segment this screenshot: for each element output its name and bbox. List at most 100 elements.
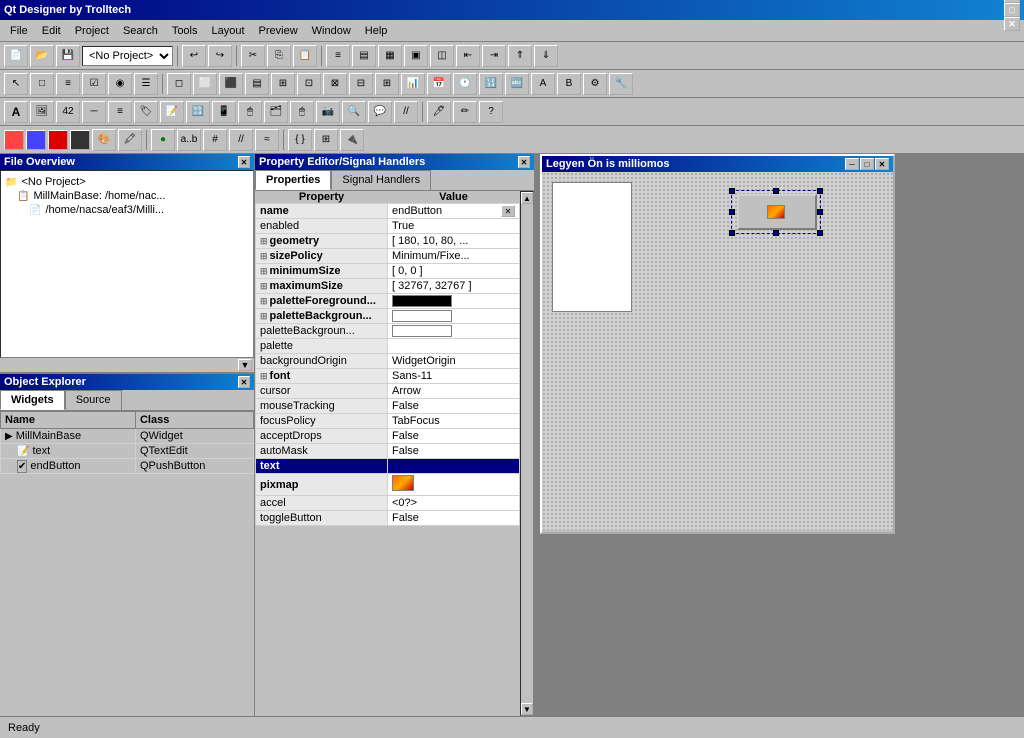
tool-20[interactable]: 🔤	[505, 73, 529, 95]
font-tool[interactable]: A	[4, 101, 28, 123]
text-tool-b[interactable]: #	[203, 129, 227, 151]
tool-10[interactable]: ▤	[245, 73, 269, 95]
text-tool-c[interactable]: //	[229, 129, 253, 151]
obj-row-text[interactable]: 📝text QTextEdit	[1, 444, 254, 459]
tool-18[interactable]: 🕐	[453, 73, 477, 95]
canvas-end-button[interactable]	[737, 194, 817, 230]
prop-row-paletteFg[interactable]: ⊞paletteForeground...	[256, 294, 520, 309]
tool-13[interactable]: ⊠	[323, 73, 347, 95]
tab-properties[interactable]: Properties	[255, 170, 331, 190]
plugin-tool[interactable]: 🔌	[340, 129, 364, 151]
check-tool[interactable]: ☑	[82, 73, 106, 95]
tab-source[interactable]: Source	[65, 390, 122, 410]
obj-row-millmainbase[interactable]: ▶MillMainBase QWidget	[1, 429, 254, 444]
paste-button[interactable]: 📋	[293, 45, 317, 67]
obj-row-endbutton[interactable]: ✔endButton QPushButton	[1, 459, 254, 474]
tree-no-project[interactable]: 📁 <No Project>	[5, 175, 249, 189]
new-button[interactable]: 📄	[4, 45, 28, 67]
tool-g[interactable]: 🗂	[264, 101, 288, 123]
tool-5[interactable]: ◉	[108, 73, 132, 95]
tool-b[interactable]: 🏷	[134, 101, 158, 123]
menu-preview[interactable]: Preview	[253, 23, 304, 39]
float-min[interactable]: ─	[845, 158, 859, 170]
object-explorer-close[interactable]: ✕	[238, 376, 250, 388]
prop-row-font[interactable]: ⊞font Sans-11	[256, 369, 520, 384]
tool-j[interactable]: 🔍	[342, 101, 366, 123]
color-tool-2[interactable]	[26, 130, 46, 150]
prop-row-sizepolicy[interactable]: ⊞sizePolicy Minimum/Fixe...	[256, 249, 520, 264]
tool-l[interactable]: //	[394, 101, 418, 123]
save-button[interactable]: 💾	[56, 45, 80, 67]
tool-m[interactable]: 🖊	[427, 101, 451, 123]
menu-project[interactable]: Project	[69, 23, 115, 39]
maximize-button[interactable]: □	[1004, 3, 1020, 17]
prop-row-mousetracking[interactable]: mouseTracking False	[256, 399, 520, 414]
tool-21[interactable]: A	[531, 73, 555, 95]
tab-signal-handlers[interactable]: Signal Handlers	[331, 170, 431, 190]
tab-tool[interactable]: ≡	[56, 73, 80, 95]
tool-h[interactable]: 🖱	[290, 101, 314, 123]
color-picker[interactable]: 🎨	[92, 129, 116, 151]
file-overview-close[interactable]: ✕	[238, 156, 250, 168]
grid-tool[interactable]: ⊞	[314, 129, 338, 151]
tb-btn-6[interactable]: ⇤	[456, 45, 480, 67]
tool-d[interactable]: 🔡	[186, 101, 210, 123]
tool-17[interactable]: 📅	[427, 73, 451, 95]
tool-k[interactable]: 💬	[368, 101, 392, 123]
tool-14[interactable]: ⊟	[349, 73, 373, 95]
design-canvas[interactable]: Legyen Ön is milliomos ─ □ ✕	[535, 154, 1024, 716]
prop-row-maxsize[interactable]: ⊞maximumSize [ 32767, 32767 ]	[256, 279, 520, 294]
prop-row-focuspolicy[interactable]: focusPolicy TabFocus	[256, 414, 520, 429]
copy-button[interactable]: ⎘	[267, 45, 291, 67]
tool-22[interactable]: B	[557, 73, 581, 95]
image-tool[interactable]: 🖼	[30, 101, 54, 123]
tab-widgets[interactable]: Widgets	[0, 390, 65, 410]
prop-row-pixmap[interactable]: pixmap	[256, 474, 520, 496]
redo-button[interactable]: ↪	[208, 45, 232, 67]
tool-6[interactable]: ☰	[134, 73, 158, 95]
menu-layout[interactable]: Layout	[206, 23, 251, 39]
project-combo[interactable]: <No Project>	[82, 46, 173, 66]
scroll-up[interactable]: ▲	[521, 192, 533, 204]
prop-row-accel[interactable]: accel <0?>	[256, 496, 520, 511]
color-dark[interactable]	[70, 130, 90, 150]
tree-mill-main[interactable]: 📋 MillMainBase: /home/nac...	[17, 189, 249, 203]
menu-edit[interactable]: Edit	[36, 23, 67, 39]
tool-f[interactable]: 🖱	[238, 101, 262, 123]
online-tool[interactable]: ●	[151, 129, 175, 151]
float-max[interactable]: □	[860, 158, 874, 170]
prop-row-minsize[interactable]: ⊞minimumSize [ 0, 0 ]	[256, 264, 520, 279]
tb-btn-9[interactable]: ⇓	[534, 45, 558, 67]
widget-tool[interactable]: □	[30, 73, 54, 95]
tb-btn-5[interactable]: ◫	[430, 45, 454, 67]
close-button[interactable]: ✕	[1004, 17, 1020, 31]
tb-btn-1[interactable]: ≡	[326, 45, 350, 67]
tool-8[interactable]: ⬜	[193, 73, 217, 95]
tb-btn-2[interactable]: ▤	[352, 45, 376, 67]
prop-row-name[interactable]: name endButton ✕	[256, 204, 520, 219]
num-tool[interactable]: 42	[56, 101, 80, 123]
prop-row-togglebutton[interactable]: toggleButton False	[256, 511, 520, 526]
tb-btn-8[interactable]: ⇑	[508, 45, 532, 67]
color-red[interactable]	[48, 130, 68, 150]
line-tool[interactable]: ─	[82, 101, 106, 123]
tool-15[interactable]: ⊞	[375, 73, 399, 95]
menu-search[interactable]: Search	[117, 23, 164, 39]
tool-23[interactable]: ⚙	[583, 73, 607, 95]
prop-row-text[interactable]: text	[256, 459, 520, 474]
tool-11[interactable]: ⊞	[271, 73, 295, 95]
undo-button[interactable]: ↩	[182, 45, 206, 67]
tool-7[interactable]: ◻	[167, 73, 191, 95]
prop-row-geometry[interactable]: ⊞geometry [ 180, 10, 80, ...	[256, 234, 520, 249]
float-close[interactable]: ✕	[875, 158, 889, 170]
prop-row-automask[interactable]: autoMask False	[256, 444, 520, 459]
prop-row-acceptdrops[interactable]: acceptDrops False	[256, 429, 520, 444]
tool-24[interactable]: 🔧	[609, 73, 633, 95]
prop-row-paletteBg1[interactable]: ⊞paletteBackgroun...	[256, 309, 520, 324]
help-icon[interactable]: ?	[479, 101, 503, 123]
tb-btn-7[interactable]: ⇥	[482, 45, 506, 67]
prop-row-paletteBg2[interactable]: paletteBackgroun...	[256, 324, 520, 339]
tool-e[interactable]: 📱	[212, 101, 236, 123]
tool-12[interactable]: ⊡	[297, 73, 321, 95]
tool-c[interactable]: 📝	[160, 101, 184, 123]
